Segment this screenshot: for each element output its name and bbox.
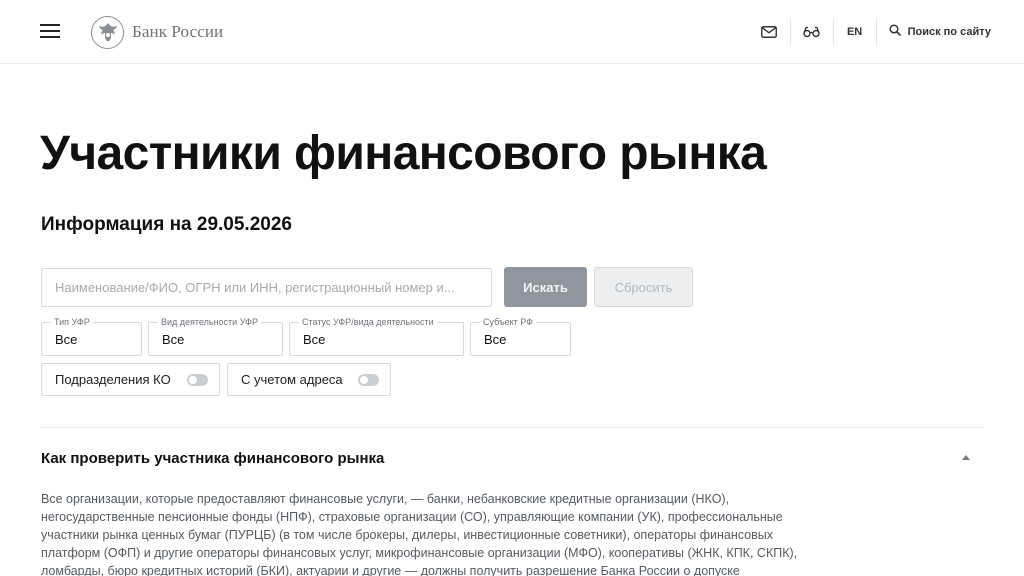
- mail-icon[interactable]: [748, 0, 790, 64]
- info-date: Информация на 29.05.2026: [41, 214, 292, 235]
- filter-label: Вид деятельности УФР: [158, 317, 261, 328]
- section-divider: [41, 427, 984, 428]
- toggle-switch[interactable]: [187, 374, 208, 386]
- logo-text: Банк России: [132, 22, 224, 41]
- chevron-up-icon[interactable]: [958, 451, 974, 463]
- filter-activity-type[interactable]: Вид деятельности УФР Все: [148, 317, 283, 356]
- toggle-label: С учетом адреса: [241, 372, 343, 387]
- search-input[interactable]: [41, 268, 492, 307]
- bank-logo[interactable]: Банк России: [91, 15, 223, 49]
- toggle-bank-branches[interactable]: Подразделения КО: [41, 363, 220, 396]
- menu-icon[interactable]: [40, 23, 60, 39]
- site-search-link[interactable]: Поиск по сайту: [877, 0, 991, 64]
- site-search-label: Поиск по сайту: [907, 26, 991, 38]
- reset-button[interactable]: Сбросить: [594, 267, 693, 307]
- language-switch[interactable]: EN: [834, 0, 876, 64]
- page-title: Участники финансового рынка: [40, 127, 767, 180]
- toggle-switch[interactable]: [358, 374, 379, 386]
- accordion-body: Все организации, которые предоставляют ф…: [41, 492, 798, 576]
- filter-status[interactable]: Статус УФР/вида деятельности Все: [289, 317, 464, 356]
- header-actions: EN Поиск по сайту: [748, 0, 991, 64]
- filter-label: Статус УФР/вида деятельности: [299, 317, 437, 328]
- filter-ufr-type[interactable]: Тип УФР Все: [41, 317, 142, 356]
- accordion-title[interactable]: Как проверить участника финансового рынк…: [41, 449, 384, 468]
- site-header: Банк России EN Поиск по сайту: [0, 0, 1024, 64]
- filter-value: Все: [55, 332, 78, 347]
- bank-emblem-icon: [91, 15, 124, 49]
- filter-value: Все: [303, 332, 326, 347]
- filter-value: Все: [162, 332, 185, 347]
- filter-region[interactable]: Субъект РФ Все: [470, 317, 571, 356]
- glasses-icon[interactable]: [791, 0, 833, 64]
- filter-label: Субъект РФ: [480, 317, 536, 328]
- toggle-label: Подразделения КО: [55, 372, 171, 387]
- filter-value: Все: [484, 332, 507, 347]
- toggle-with-address[interactable]: С учетом адреса: [227, 363, 391, 396]
- search-icon: [889, 23, 901, 41]
- search-button[interactable]: Искать: [504, 267, 587, 307]
- filter-label: Тип УФР: [51, 317, 93, 328]
